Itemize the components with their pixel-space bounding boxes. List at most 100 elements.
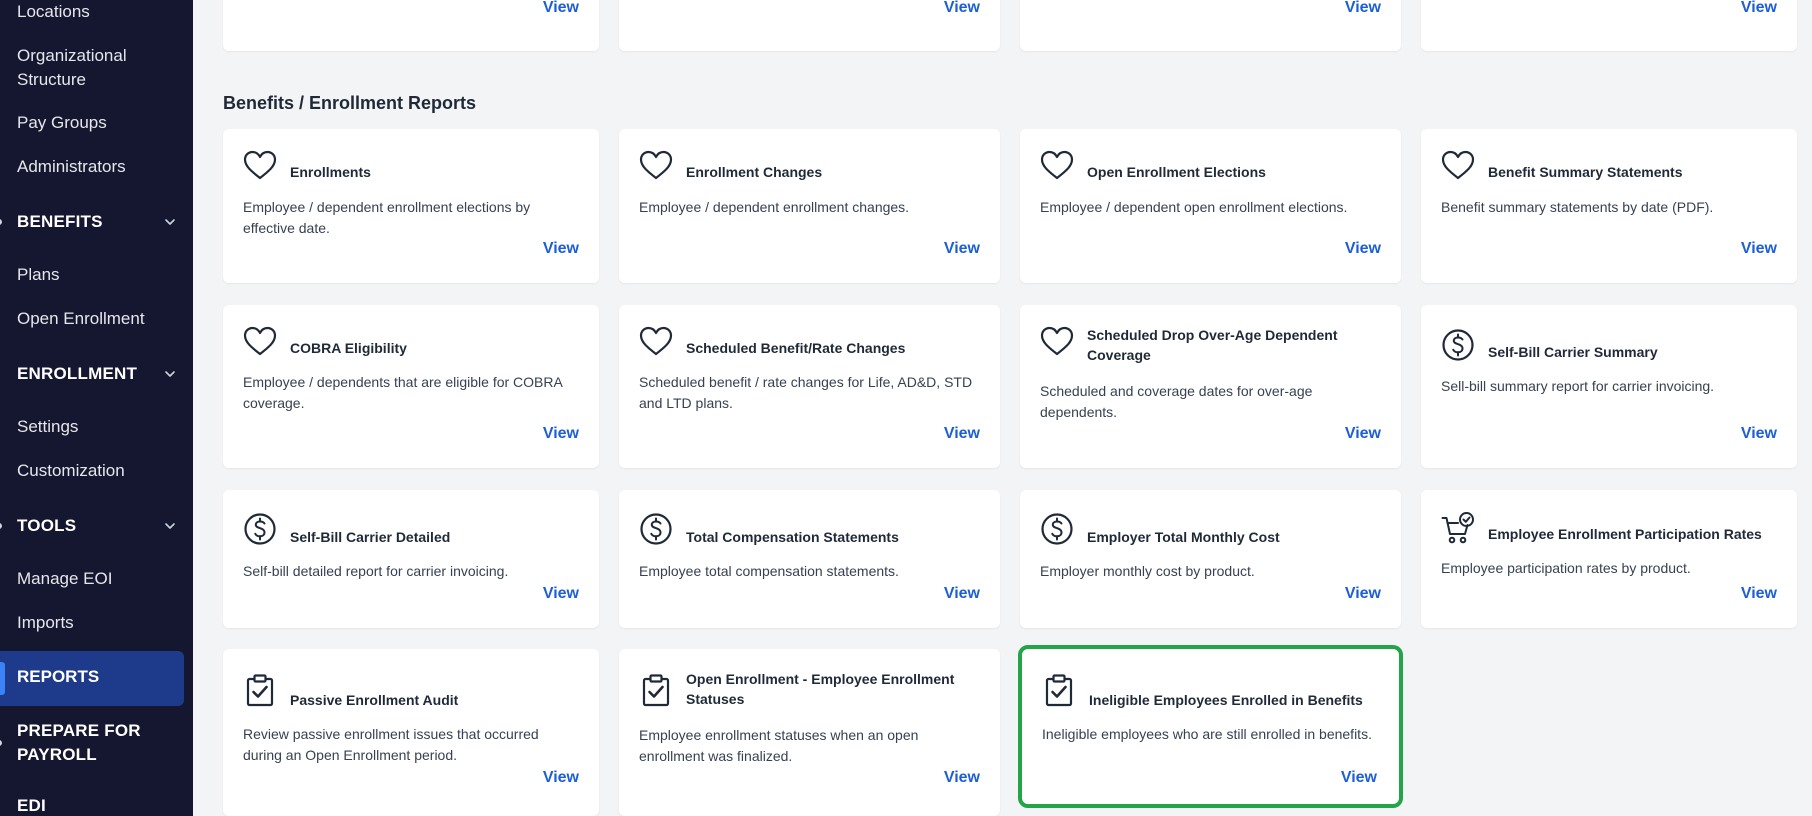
card-description: Employee participation rates by product.	[1441, 560, 1691, 576]
dollar-icon	[1040, 512, 1074, 546]
heart-icon	[243, 149, 277, 183]
dollar-icon	[639, 512, 673, 546]
sidebar-item-settings[interactable]: Settings	[17, 415, 182, 439]
sidebar-item-organizational-structure[interactable]: Organizational Structure	[17, 44, 182, 92]
clipboard-check-icon	[243, 673, 277, 707]
report-card-open-enrollment-elections[interactable]: Open Enrollment Elections Employee / dep…	[1020, 129, 1401, 283]
card-title: Scheduled Benefit/Rate Changes	[686, 340, 906, 356]
clipboard-check-icon	[639, 673, 673, 707]
view-link[interactable]: View	[1741, 0, 1777, 17]
view-link[interactable]: View	[543, 585, 579, 603]
sidebar-item-open-enrollment[interactable]: Open Enrollment	[17, 307, 182, 331]
report-card-employer-total-monthly-cost[interactable]: Employer Total Monthly Cost Employer mon…	[1020, 490, 1401, 628]
sidebar-section-label: EDI	[17, 796, 46, 815]
sidebar-item-customization[interactable]: Customization	[17, 459, 182, 483]
report-card-open-enrollment-employee-enrollment-statuses[interactable]: Open Enrollment - Employee Enrollment St…	[619, 649, 1000, 816]
heart-icon	[1441, 149, 1475, 183]
report-card-self-bill-carrier-detailed[interactable]: Self-Bill Carrier Detailed Self-bill det…	[223, 490, 599, 628]
section-dot	[0, 740, 2, 746]
report-card-partial: View	[223, 0, 599, 51]
chevron-down-icon	[163, 519, 177, 533]
card-title: Enrollment Changes	[686, 164, 823, 180]
sidebar-item-imports[interactable]: Imports	[17, 611, 182, 635]
view-link[interactable]: View	[1741, 585, 1777, 603]
report-card-scheduled-drop-over-age-dependent-coverage[interactable]: Scheduled Drop Over-Age Dependent Covera…	[1020, 305, 1401, 468]
sidebar-item-locations[interactable]: Locations	[17, 0, 182, 24]
card-title: Open Enrollment Elections	[1087, 164, 1266, 180]
view-link[interactable]: View	[543, 240, 579, 258]
view-link[interactable]: View	[543, 0, 579, 17]
report-card-scheduled-benefit-rate-changes[interactable]: Scheduled Benefit/Rate Changes Scheduled…	[619, 305, 1000, 468]
view-link[interactable]: View	[543, 769, 579, 787]
sidebar: Locations Organizational Structure Pay G…	[0, 0, 193, 816]
sidebar-section-prepare-for-payroll[interactable]: PREPARE FOR PAYROLL	[17, 719, 167, 767]
card-title: Benefit Summary Statements	[1488, 164, 1683, 180]
card-description: Review passive enrollment issues that oc…	[243, 726, 539, 763]
card-title: Total Compensation Statements	[686, 529, 899, 545]
view-link[interactable]: View	[1741, 425, 1777, 443]
view-link[interactable]: View	[1345, 585, 1381, 603]
view-link[interactable]: View	[1741, 240, 1777, 258]
reports-main: View View View View Benefits / Enrollmen…	[193, 0, 1812, 816]
card-title: Scheduled Drop Over-Age Dependent Covera…	[1087, 327, 1338, 363]
dollar-icon	[243, 512, 277, 546]
card-title: Self-Bill Carrier Summary	[1488, 344, 1658, 360]
cart-check-icon	[1441, 512, 1475, 546]
card-description: Employee / dependents that are eligible …	[243, 374, 563, 411]
report-card-partial: View	[619, 0, 1000, 51]
sidebar-item-manage-eoi[interactable]: Manage EOI	[17, 567, 182, 591]
sidebar-item-pay-groups[interactable]: Pay Groups	[17, 111, 182, 135]
view-link[interactable]: View	[944, 240, 980, 258]
sidebar-item-reports[interactable]: REPORTS	[0, 651, 184, 706]
report-card-enrollments[interactable]: Enrollments Employee / dependent enrollm…	[223, 129, 599, 283]
sidebar-section-enrollment[interactable]: ENROLLMENT	[17, 362, 177, 386]
card-description: Sell-bill summary report for carrier inv…	[1441, 378, 1715, 394]
section-dot	[0, 219, 2, 225]
report-card-benefit-summary-statements[interactable]: Benefit Summary Statements Benefit summa…	[1421, 129, 1797, 283]
sidebar-item-label: REPORTS	[17, 667, 100, 686]
card-title: Employer Total Monthly Cost	[1087, 529, 1280, 545]
heart-icon	[1040, 325, 1074, 359]
sidebar-section-tools[interactable]: TOOLS	[17, 514, 177, 538]
heart-icon	[639, 325, 673, 359]
view-link[interactable]: View	[1345, 240, 1381, 258]
report-card-passive-enrollment-audit[interactable]: Passive Enrollment Audit Review passive …	[223, 649, 599, 816]
card-description: Self-bill detailed report for carrier in…	[243, 563, 509, 579]
sidebar-section-label: ENROLLMENT	[17, 364, 138, 383]
view-link[interactable]: View	[944, 585, 980, 603]
view-link[interactable]: View	[1345, 425, 1381, 443]
sidebar-item-administrators[interactable]: Administrators	[17, 155, 182, 179]
view-link[interactable]: View	[944, 0, 980, 17]
sidebar-section-label: BENEFITS	[17, 212, 103, 231]
card-title: Employee Enrollment Participation Rates	[1488, 526, 1762, 542]
card-title: Self-Bill Carrier Detailed	[290, 529, 451, 545]
heart-icon	[639, 149, 673, 183]
card-description: Employee total compensation statements.	[639, 563, 899, 579]
report-card-enrollment-changes[interactable]: Enrollment Changes Employee / dependent …	[619, 129, 1000, 283]
view-link[interactable]: View	[543, 425, 579, 443]
report-card-cobra-eligibility[interactable]: COBRA Eligibility Employee / dependents …	[223, 305, 599, 468]
card-title: Passive Enrollment Audit	[290, 692, 459, 708]
active-indicator	[0, 662, 5, 695]
card-title: COBRA Eligibility	[290, 340, 407, 356]
report-card-total-compensation-statements[interactable]: Total Compensation Statements Employee t…	[619, 490, 1000, 628]
sidebar-section-label: TOOLS	[17, 516, 77, 535]
view-link[interactable]: View	[1341, 769, 1377, 787]
report-card-self-bill-carrier-summary[interactable]: Self-Bill Carrier Summary Sell-bill summ…	[1421, 305, 1797, 468]
card-description: Benefit summary statements by date (PDF)…	[1441, 199, 1714, 215]
sidebar-item-plans[interactable]: Plans	[17, 263, 182, 287]
view-link[interactable]: View	[1345, 0, 1381, 17]
sidebar-section-edi[interactable]: EDI	[17, 794, 177, 816]
report-card-employee-enrollment-participation-rates[interactable]: Employee Enrollment Participation Rates …	[1421, 490, 1797, 628]
view-link[interactable]: View	[944, 769, 980, 787]
card-description: Employee / dependent enrollment changes.	[639, 199, 910, 215]
clipboard-check-icon	[1042, 673, 1076, 707]
report-card-ineligible-employees-enrolled-in-benefits[interactable]: Ineligible Employees Enrolled in Benefit…	[1018, 645, 1403, 808]
view-link[interactable]: View	[944, 425, 980, 443]
sidebar-section-benefits[interactable]: BENEFITS	[17, 210, 177, 234]
card-description: Ineligible employees who are still enrol…	[1042, 726, 1372, 742]
card-description: Employer monthly cost by product.	[1040, 563, 1255, 579]
card-description: Employee enrollment statuses when an ope…	[639, 727, 919, 764]
card-title: Enrollments	[290, 164, 371, 180]
chevron-down-icon	[163, 215, 177, 229]
